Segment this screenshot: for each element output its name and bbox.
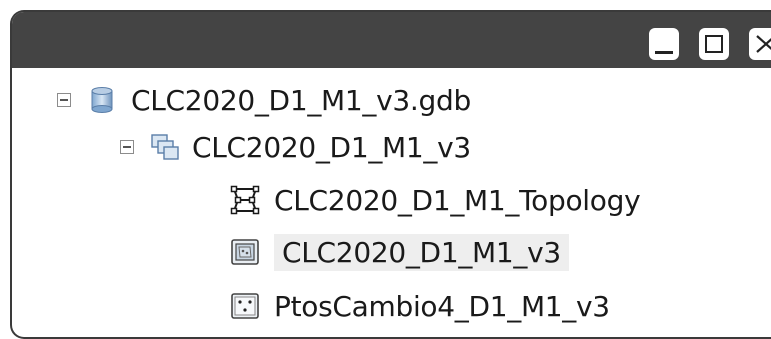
maximize-button[interactable] <box>699 28 729 60</box>
close-icon <box>756 35 771 53</box>
minimize-button[interactable] <box>649 28 679 60</box>
close-button[interactable] <box>749 28 771 60</box>
topology-icon <box>230 185 260 215</box>
feature-dataset-icon <box>151 134 179 160</box>
tree-node-label: CLC2020_D1_M1_v3 <box>192 130 471 164</box>
tree-node-geodatabase[interactable]: CLC2020_D1_M1_v3.gdb <box>57 78 471 122</box>
catalog-window: CLC2020_D1_M1_v3.gdb CLC2020_D1_M1_v3 CL… <box>10 10 771 339</box>
tree-node-topology[interactable]: CLC2020_D1_M1_Topology <box>230 178 641 222</box>
catalog-tree: CLC2020_D1_M1_v3.gdb CLC2020_D1_M1_v3 CL… <box>12 68 771 337</box>
tree-node-polygon-feature-class[interactable]: CLC2020_D1_M1_v3 <box>230 230 569 274</box>
title-bar[interactable] <box>12 12 771 68</box>
tree-node-feature-dataset[interactable]: CLC2020_D1_M1_v3 <box>120 125 471 169</box>
tree-node-label: CLC2020_D1_M1_v3.gdb <box>131 83 471 117</box>
collapse-toggle[interactable] <box>120 140 134 154</box>
point-feature-class-icon <box>231 293 259 319</box>
geodatabase-icon <box>91 87 113 113</box>
tree-node-point-feature-class[interactable]: PtosCambio4_D1_M1_v3 <box>230 284 610 328</box>
tree-node-label: CLC2020_D1_M1_v3 <box>274 233 569 271</box>
tree-node-label: PtosCambio4_D1_M1_v3 <box>274 289 610 323</box>
polygon-feature-class-icon <box>231 239 259 265</box>
tree-node-label: CLC2020_D1_M1_Topology <box>274 183 641 217</box>
collapse-toggle[interactable] <box>57 93 71 107</box>
